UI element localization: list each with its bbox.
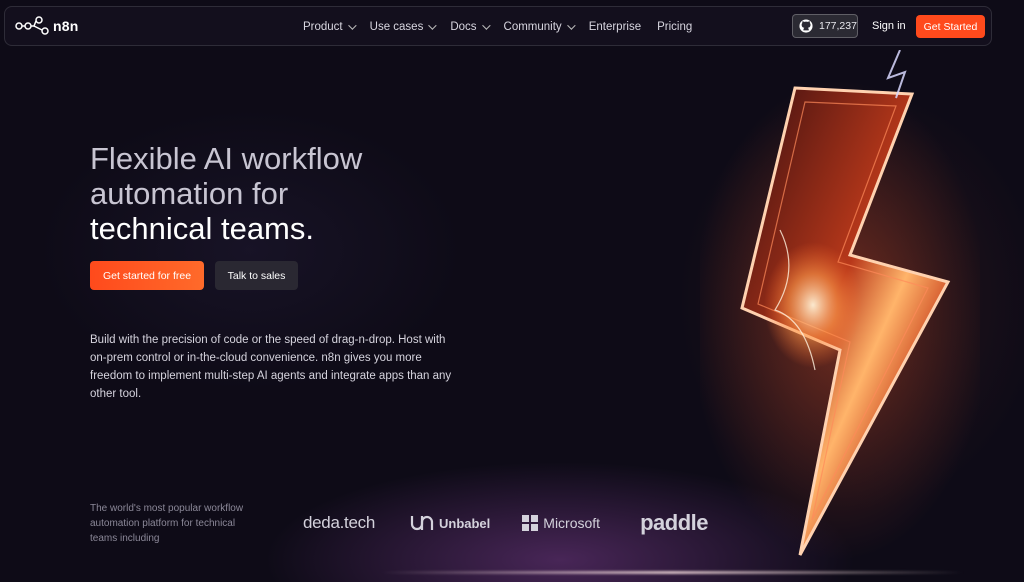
github-stars-count: 177,237	[819, 20, 857, 32]
nav-item-label: Community	[503, 21, 562, 33]
microsoft-grid-icon	[522, 515, 539, 531]
chevron-down-icon	[428, 21, 437, 30]
unbabel-mark-icon	[410, 515, 434, 531]
nav-item-label: Use cases	[369, 21, 424, 33]
chevron-down-icon	[347, 21, 357, 30]
github-icon	[799, 19, 813, 33]
hero-title-line-1: Flexible AI workflow	[90, 141, 363, 176]
nav-item-label: Pricing	[657, 21, 693, 33]
nav-item-docs[interactable]: Docs	[450, 21, 491, 33]
nav-item-enterprise[interactable]: Enterprise	[589, 21, 641, 33]
hero-description: Build with the precision of code or the …	[90, 334, 452, 400]
sign-in-link[interactable]: Sign in	[872, 20, 906, 32]
logo-microsoft-text: Microsoft	[543, 515, 601, 531]
nav-item-pricing[interactable]: Pricing	[657, 21, 692, 33]
chevron-down-icon	[566, 21, 576, 30]
github-stars-button[interactable]: 177,237	[792, 14, 858, 38]
chevron-down-icon	[481, 21, 491, 30]
n8n-logo[interactable]: n8n	[15, 16, 79, 36]
nav-item-community[interactable]: Community	[503, 21, 576, 33]
hero-title-line-2: automation for	[90, 176, 289, 211]
logo-paddle: paddle	[640, 510, 708, 535]
logo-unbabel: Unbabel	[409, 513, 490, 533]
n8n-logo-icon	[15, 16, 49, 35]
hero-title: Flexible AI workflow automation for tech…	[90, 141, 362, 246]
trust-tagline: The world's most popular workflow automa…	[90, 503, 244, 544]
nav-item-label: Docs	[450, 21, 477, 33]
logo-text: n8n	[53, 18, 79, 34]
logo-deda-tech: deda.tech	[303, 513, 375, 532]
get-started-button[interactable]: Get Started	[916, 15, 985, 38]
nav-menu: Product Use cases Docs Community Enterpr…	[303, 7, 708, 47]
get-started-free-button[interactable]: Get started for free	[90, 261, 204, 290]
customer-logos: deda.tech Unbabel Microsoft paddle	[303, 508, 708, 538]
logo-microsoft: Microsoft	[522, 515, 600, 531]
nav-item-label: Product	[303, 21, 343, 33]
nav-item-product[interactable]: Product	[303, 21, 357, 33]
nav-item-label: Enterprise	[588, 21, 642, 33]
talk-to-sales-button[interactable]: Talk to sales	[215, 261, 298, 290]
nav-item-use-cases[interactable]: Use cases	[369, 21, 437, 33]
top-navigation-bar: n8n Product Use cases Docs Community Ent…	[4, 6, 992, 46]
hero-title-line-3: technical teams.	[90, 211, 314, 246]
logo-unbabel-text: Unbabel	[438, 515, 491, 531]
stage-light-line	[380, 571, 964, 574]
lightning-bolt-illustration	[700, 50, 980, 560]
